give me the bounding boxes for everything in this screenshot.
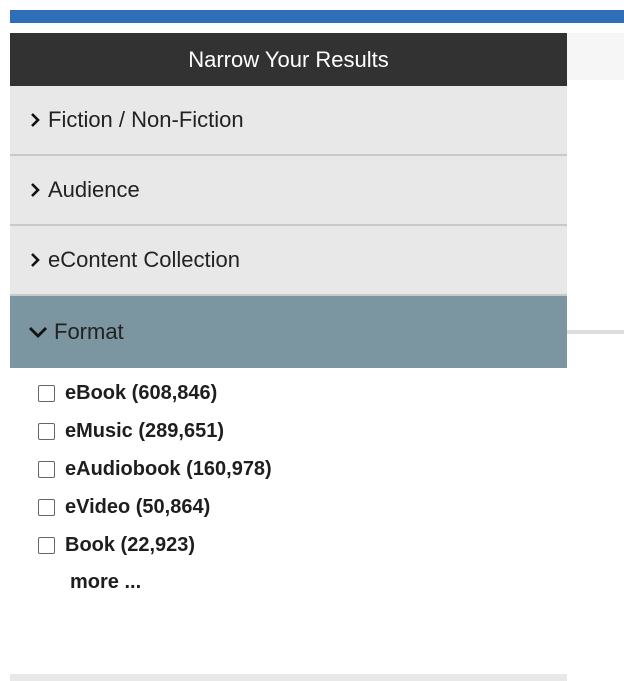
facet-format[interactable]: Format <box>10 296 567 368</box>
option-label: eMusic (289,651) <box>65 419 224 442</box>
format-option-evideo[interactable]: eVideo (50,864) <box>10 488 567 526</box>
facet-label: Audience <box>48 177 140 202</box>
accent-bar <box>10 10 624 23</box>
checkbox[interactable] <box>38 422 55 440</box>
option-label: eAudiobook (160,978) <box>65 457 272 480</box>
chevron-right-icon <box>30 183 42 197</box>
checkbox[interactable] <box>38 536 55 554</box>
divider <box>567 330 624 334</box>
format-option-ebook[interactable]: eBook (608,846) <box>10 374 567 412</box>
panel-title: Narrow Your Results <box>10 33 567 86</box>
format-option-eaudiobook[interactable]: eAudiobook (160,978) <box>10 450 567 488</box>
format-options-list: eBook (608,846) eMusic (289,651) eAudiob… <box>10 368 567 600</box>
option-label: Book (22,923) <box>65 533 196 556</box>
page: Narrow Your Results Fiction / Non-Fictio… <box>0 0 624 681</box>
checkbox[interactable] <box>38 498 55 516</box>
chevron-down-icon <box>28 326 50 338</box>
facet-label: Format <box>54 319 124 344</box>
content-strip <box>567 33 624 80</box>
chevron-right-icon <box>30 113 42 127</box>
facet-econtent-collection[interactable]: eContent Collection <box>10 226 567 296</box>
chevron-right-icon <box>30 253 42 267</box>
format-option-emusic[interactable]: eMusic (289,651) <box>10 412 567 450</box>
option-label: eBook (608,846) <box>65 381 218 404</box>
facet-label: Fiction / Non-Fiction <box>48 107 244 132</box>
facet-label: eContent Collection <box>48 247 241 272</box>
more-formats-link[interactable]: more ... <box>10 564 567 600</box>
format-option-book[interactable]: Book (22,923) <box>10 526 567 564</box>
checkbox[interactable] <box>38 384 55 402</box>
option-label: eVideo (50,864) <box>65 495 211 518</box>
checkbox[interactable] <box>38 460 55 478</box>
narrow-results-panel: Narrow Your Results Fiction / Non-Fictio… <box>10 33 567 600</box>
facet-fiction-nonfiction[interactable]: Fiction / Non-Fiction <box>10 86 567 156</box>
facet-audience[interactable]: Audience <box>10 156 567 226</box>
next-facet-edge <box>10 674 567 681</box>
